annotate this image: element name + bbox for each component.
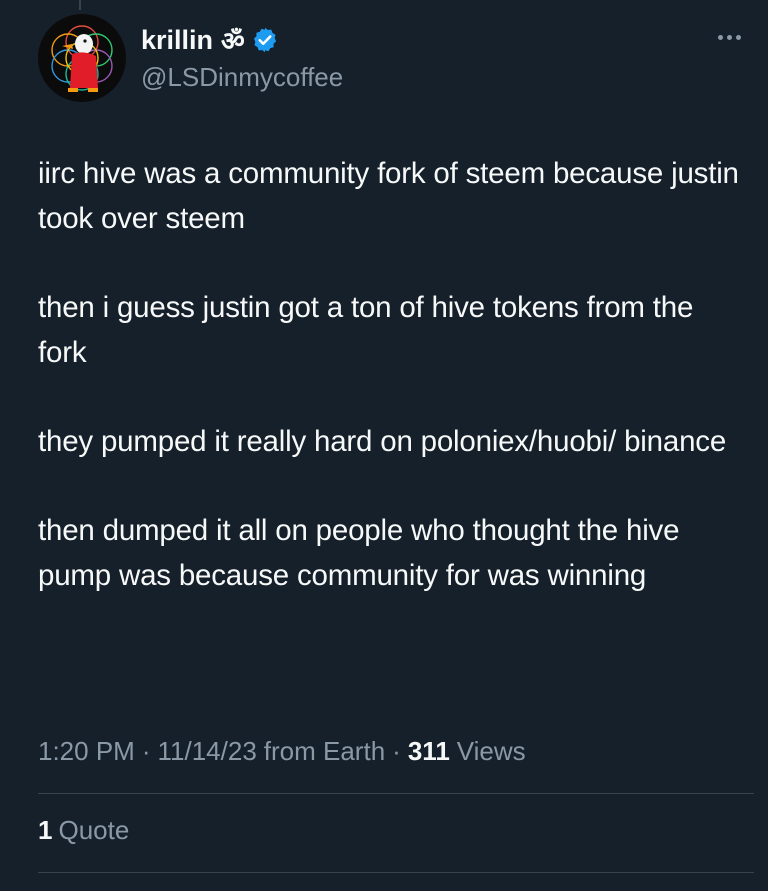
- tweet-date[interactable]: 11/14/23: [158, 736, 257, 767]
- display-name-row[interactable]: krillin ॐ: [141, 22, 343, 58]
- duck-avatar-icon[interactable]: [38, 14, 126, 102]
- views-count: 311: [407, 736, 450, 766]
- author-names: krillin ॐ @LSDinmycoffee: [141, 22, 343, 93]
- display-name[interactable]: krillin: [141, 25, 213, 56]
- author-handle[interactable]: @LSDinmycoffee: [141, 62, 343, 93]
- views-label: Views: [456, 736, 526, 766]
- meta-separator: ·: [141, 736, 151, 766]
- verified-badge-icon: [251, 26, 279, 54]
- tweet-paragraph-2: then i guess justin got a ton of hive to…: [38, 291, 702, 369]
- tweet-header: krillin ॐ @LSDinmycoffee: [38, 14, 758, 104]
- tweet-paragraph-1: iirc hive was a community fork of steem …: [38, 157, 747, 235]
- om-emoji: ॐ: [221, 27, 245, 57]
- tweet-time[interactable]: 1:20 PM: [38, 736, 135, 767]
- quote-label: Quote: [58, 815, 130, 845]
- tweet-source: from Earth: [263, 736, 386, 766]
- tweet-metadata: 1:20 PM · 11/14/23 from Earth · 311 View…: [38, 736, 526, 767]
- more-options-icon[interactable]: [718, 32, 748, 42]
- quote-stat[interactable]: 1 Quote: [38, 815, 129, 846]
- quote-count: 1: [38, 815, 53, 845]
- tweet-paragraph-3: they pumped it really hard on poloniex/h…: [38, 425, 727, 458]
- tweet-text: iirc hive was a community fork of steem …: [38, 151, 748, 642]
- tweet-paragraph-4: then dumped it all on people who thought…: [38, 514, 688, 592]
- meta-separator: ·: [392, 736, 401, 766]
- divider: [38, 872, 754, 873]
- thread-connector-line: [79, 0, 81, 10]
- divider: [38, 793, 754, 794]
